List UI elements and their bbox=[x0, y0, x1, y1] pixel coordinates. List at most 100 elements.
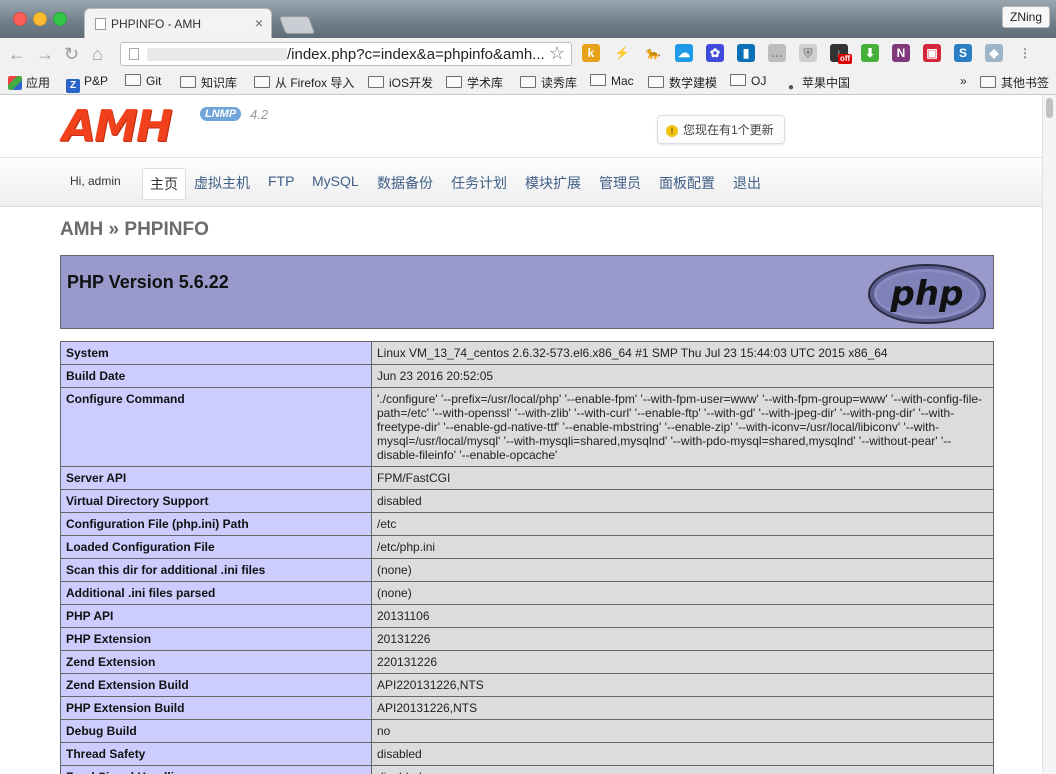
table-row: Zend Signal Handlingdisabled bbox=[60, 765, 994, 774]
bookmark-item[interactable]: Mac bbox=[590, 74, 634, 88]
s-icon[interactable]: S bbox=[954, 44, 972, 62]
bookmark-item[interactable]: Git bbox=[125, 74, 161, 88]
bookmarks-overflow-button[interactable]: » bbox=[960, 74, 967, 88]
php-logo-icon: php bbox=[868, 264, 986, 324]
table-row: Configure Command './configure' '--prefix… bbox=[60, 387, 994, 467]
table-row: PHP Extension 20131226 bbox=[60, 627, 994, 651]
row-key: Debug Build bbox=[60, 719, 372, 743]
other-bookmarks[interactable]: 其他书签 bbox=[980, 74, 1049, 91]
page-info-icon[interactable] bbox=[129, 48, 139, 60]
page-scrollbar[interactable] bbox=[1042, 95, 1056, 774]
nav-item[interactable]: 面板配置 bbox=[652, 168, 722, 198]
browser-tab[interactable]: PHPINFO - AMH × bbox=[84, 8, 272, 38]
bookmark-item[interactable]: 从 Firefox 导入 bbox=[254, 74, 354, 91]
folder-icon bbox=[730, 74, 746, 86]
nav-item[interactable]: 虚拟主机 bbox=[187, 168, 257, 198]
bookmark-item[interactable]: 应用 bbox=[8, 74, 50, 91]
row-key: Configure Command bbox=[60, 387, 372, 467]
redacted-host bbox=[147, 48, 287, 61]
row-value: disabled bbox=[371, 765, 994, 774]
row-value: /etc bbox=[371, 512, 994, 536]
logo-text: AMH bbox=[62, 101, 173, 152]
bookmark-item[interactable]: 学术库 bbox=[446, 74, 503, 91]
tab-close-icon[interactable]: × bbox=[255, 15, 263, 31]
profile-button[interactable]: ZNing bbox=[1001, 6, 1050, 28]
lnmp-badge: LNMP bbox=[200, 107, 242, 121]
bookmark-label: 学术库 bbox=[467, 76, 504, 90]
row-key: Virtual Directory Support bbox=[60, 489, 372, 513]
folder-icon bbox=[980, 76, 996, 88]
bookmark-item[interactable]: 数学建模 bbox=[648, 74, 717, 91]
reload-icon[interactable]: ↻ bbox=[64, 44, 79, 65]
bookmark-item[interactable]: Z P&P bbox=[66, 74, 108, 93]
off-badge: off bbox=[838, 54, 853, 64]
bookmark-label: 苹果中国 bbox=[802, 76, 851, 90]
table-row: Server API FPM/FastCGI bbox=[60, 466, 994, 490]
back-arrow-icon[interactable]: ← bbox=[8, 44, 26, 65]
fox-icon[interactable]: 🐆 bbox=[644, 44, 662, 62]
update-notice[interactable]: ! 您现在有1个更新 bbox=[657, 115, 785, 144]
amh-logo[interactable]: AMH LNMP 4.2 bbox=[62, 101, 268, 152]
k-extension-icon[interactable]: k bbox=[582, 44, 600, 62]
breadcrumb: AMH » PHPINFO bbox=[60, 219, 209, 240]
apps-icon bbox=[8, 76, 22, 90]
pocket-icon[interactable]: ▣ bbox=[923, 44, 941, 62]
bookmark-label: 读秀库 bbox=[541, 76, 578, 90]
row-key: Scan this dir for additional .ini files bbox=[60, 558, 372, 582]
address-bar[interactable]: /index.php?c=index&a=phpinfo&amh... ☆ bbox=[120, 42, 572, 66]
nav-item[interactable]: 任务计划 bbox=[444, 168, 514, 198]
row-key: System bbox=[60, 341, 372, 365]
bookmark-item[interactable]: ● 苹果中国 bbox=[784, 74, 850, 95]
home-icon[interactable]: ⌂ bbox=[92, 44, 103, 65]
bookmark-label: 其他书签 bbox=[1001, 76, 1050, 90]
url-text[interactable]: /index.php?c=index&a=phpinfo&amh... bbox=[287, 46, 545, 63]
nav-item[interactable]: MySQL bbox=[305, 168, 366, 194]
nav-item[interactable]: FTP bbox=[261, 168, 301, 194]
row-key: Thread Safety bbox=[60, 742, 372, 766]
nav-item[interactable]: 主页 bbox=[142, 168, 186, 200]
new-tab-button[interactable] bbox=[278, 16, 316, 34]
row-key: Zend Extension Build bbox=[60, 673, 372, 697]
row-value: Linux VM_13_74_centos 2.6.32-573.el6.x86… bbox=[371, 341, 994, 365]
nav-item[interactable]: 模块扩展 bbox=[518, 168, 588, 198]
row-value: 220131226 bbox=[371, 650, 994, 674]
bookmark-item[interactable]: 读秀库 bbox=[520, 74, 577, 91]
nav-item[interactable]: 管理员 bbox=[592, 168, 648, 198]
bookmark-item[interactable]: OJ bbox=[730, 74, 766, 88]
bookmark-item[interactable]: iOS开发 bbox=[368, 74, 433, 91]
bookmark-label: 知识库 bbox=[201, 76, 238, 90]
minimize-window-button[interactable] bbox=[33, 12, 47, 26]
bookmark-item[interactable]: 知识库 bbox=[180, 74, 237, 91]
onenote-icon[interactable]: N bbox=[892, 44, 910, 62]
star-icon[interactable]: ☆ bbox=[549, 43, 565, 64]
table-row: Loaded Configuration File/etc/php.ini bbox=[60, 535, 994, 559]
row-value: disabled bbox=[371, 489, 994, 513]
folder-icon bbox=[254, 76, 270, 88]
table-row: Debug Build no bbox=[60, 719, 994, 743]
chat-icon[interactable]: … bbox=[768, 44, 786, 62]
arrow-down-icon[interactable]: ⬇ bbox=[861, 44, 879, 62]
dropbox-icon[interactable]: ◆ bbox=[985, 44, 1003, 62]
shield-icon[interactable]: ⛨ bbox=[799, 44, 817, 62]
folder-icon bbox=[446, 76, 462, 88]
row-value: './configure' '--prefix=/usr/local/php' … bbox=[371, 387, 994, 467]
bolt-icon[interactable]: ⚡ bbox=[613, 44, 631, 62]
cloud-icon[interactable]: ☁ bbox=[675, 44, 693, 62]
bookmark-label: Git bbox=[146, 74, 162, 88]
scrollbar-thumb[interactable] bbox=[1046, 98, 1053, 118]
folder-icon bbox=[520, 76, 536, 88]
nav-item[interactable]: 数据备份 bbox=[370, 168, 440, 198]
nav-item[interactable]: 退出 bbox=[726, 168, 768, 198]
php-version-title: PHP Version 5.6.22 bbox=[67, 272, 229, 292]
forward-arrow-icon[interactable]: → bbox=[36, 44, 54, 65]
bookmark-icon[interactable]: ▮ bbox=[737, 44, 755, 62]
paw-icon[interactable]: ✿ bbox=[706, 44, 724, 62]
row-value: API220131226,NTS bbox=[371, 673, 994, 697]
zoom-window-button[interactable] bbox=[53, 12, 67, 26]
menu-icon[interactable]: ⋮ bbox=[1016, 44, 1034, 62]
bookmark-label: 应用 bbox=[26, 76, 51, 90]
close-window-button[interactable] bbox=[13, 12, 27, 26]
download-off-icon[interactable]: ↓ off bbox=[830, 44, 853, 64]
page-viewport: AMH LNMP 4.2 ! 您现在有1个更新 Hi, admin 主页 虚拟主机 F… bbox=[0, 95, 1042, 774]
phpinfo-table: System Linux VM_13_74_centos 2.6.32-573.e… bbox=[60, 341, 994, 774]
